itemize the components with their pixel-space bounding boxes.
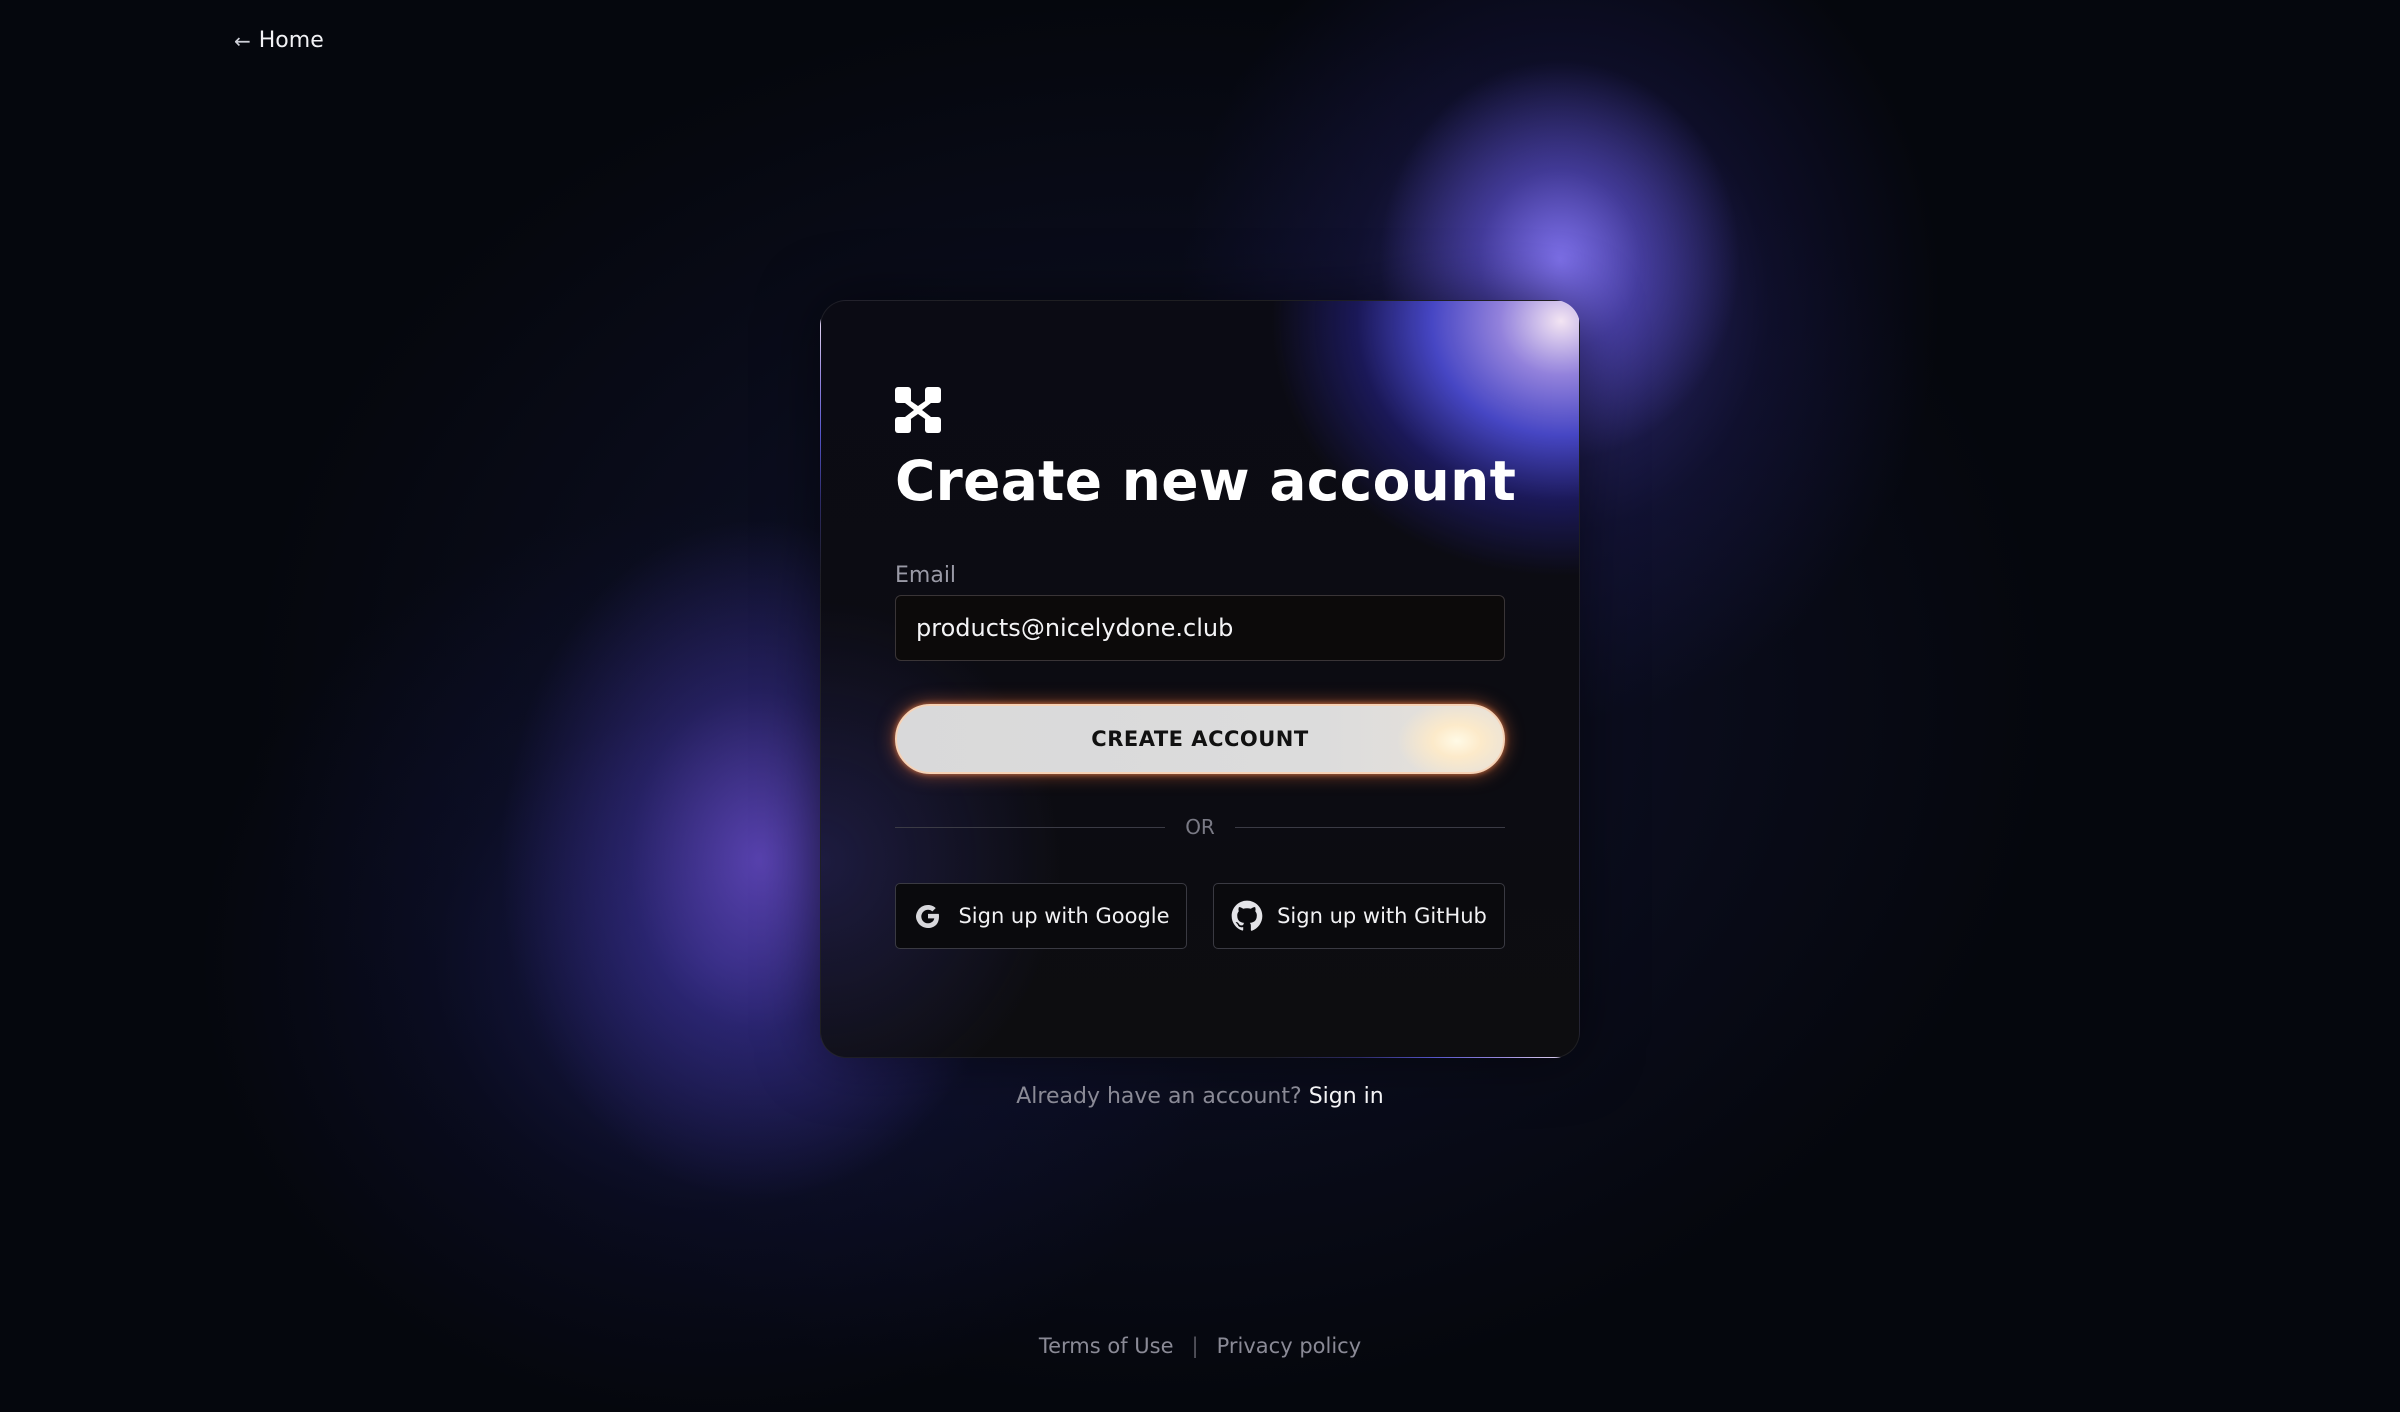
- github-signup-button[interactable]: Sign up with GitHub: [1213, 883, 1505, 949]
- email-field[interactable]: [895, 595, 1505, 661]
- footer-separator: |: [1191, 1334, 1199, 1358]
- arrow-left-icon: ←: [234, 28, 251, 53]
- privacy-link[interactable]: Privacy policy: [1217, 1334, 1362, 1358]
- divider-label: OR: [1185, 815, 1215, 839]
- create-account-button[interactable]: CREATE ACCOUNT: [895, 704, 1505, 774]
- google-icon: [912, 900, 944, 932]
- terms-link[interactable]: Terms of Use: [1039, 1334, 1174, 1358]
- email-label: Email: [895, 563, 957, 588]
- brand-logo-icon: [895, 387, 941, 433]
- google-button-label: Sign up with Google: [958, 904, 1170, 928]
- page-background: ← Home Create new account Email CREATE A…: [0, 0, 2400, 1412]
- signin-link[interactable]: Sign in: [1309, 1084, 1384, 1109]
- home-back-link[interactable]: ← Home: [234, 28, 324, 53]
- divider-line-left: [895, 826, 1166, 828]
- home-link-label: Home: [258, 28, 324, 53]
- or-divider: OR: [895, 815, 1506, 839]
- signup-card: Create new account Email CREATE ACCOUNT …: [820, 300, 1580, 1058]
- signin-prompt-text: Already have an account?: [1016, 1084, 1309, 1109]
- signin-prompt-row: Already have an account? Sign in: [0, 1084, 2400, 1109]
- github-icon: [1231, 900, 1263, 932]
- google-signup-button[interactable]: Sign up with Google: [895, 883, 1187, 949]
- page-title: Create new account: [895, 449, 1517, 513]
- footer: Terms of Use | Privacy policy: [0, 1334, 2400, 1358]
- github-button-label: Sign up with GitHub: [1277, 904, 1487, 928]
- divider-line-right: [1234, 826, 1506, 828]
